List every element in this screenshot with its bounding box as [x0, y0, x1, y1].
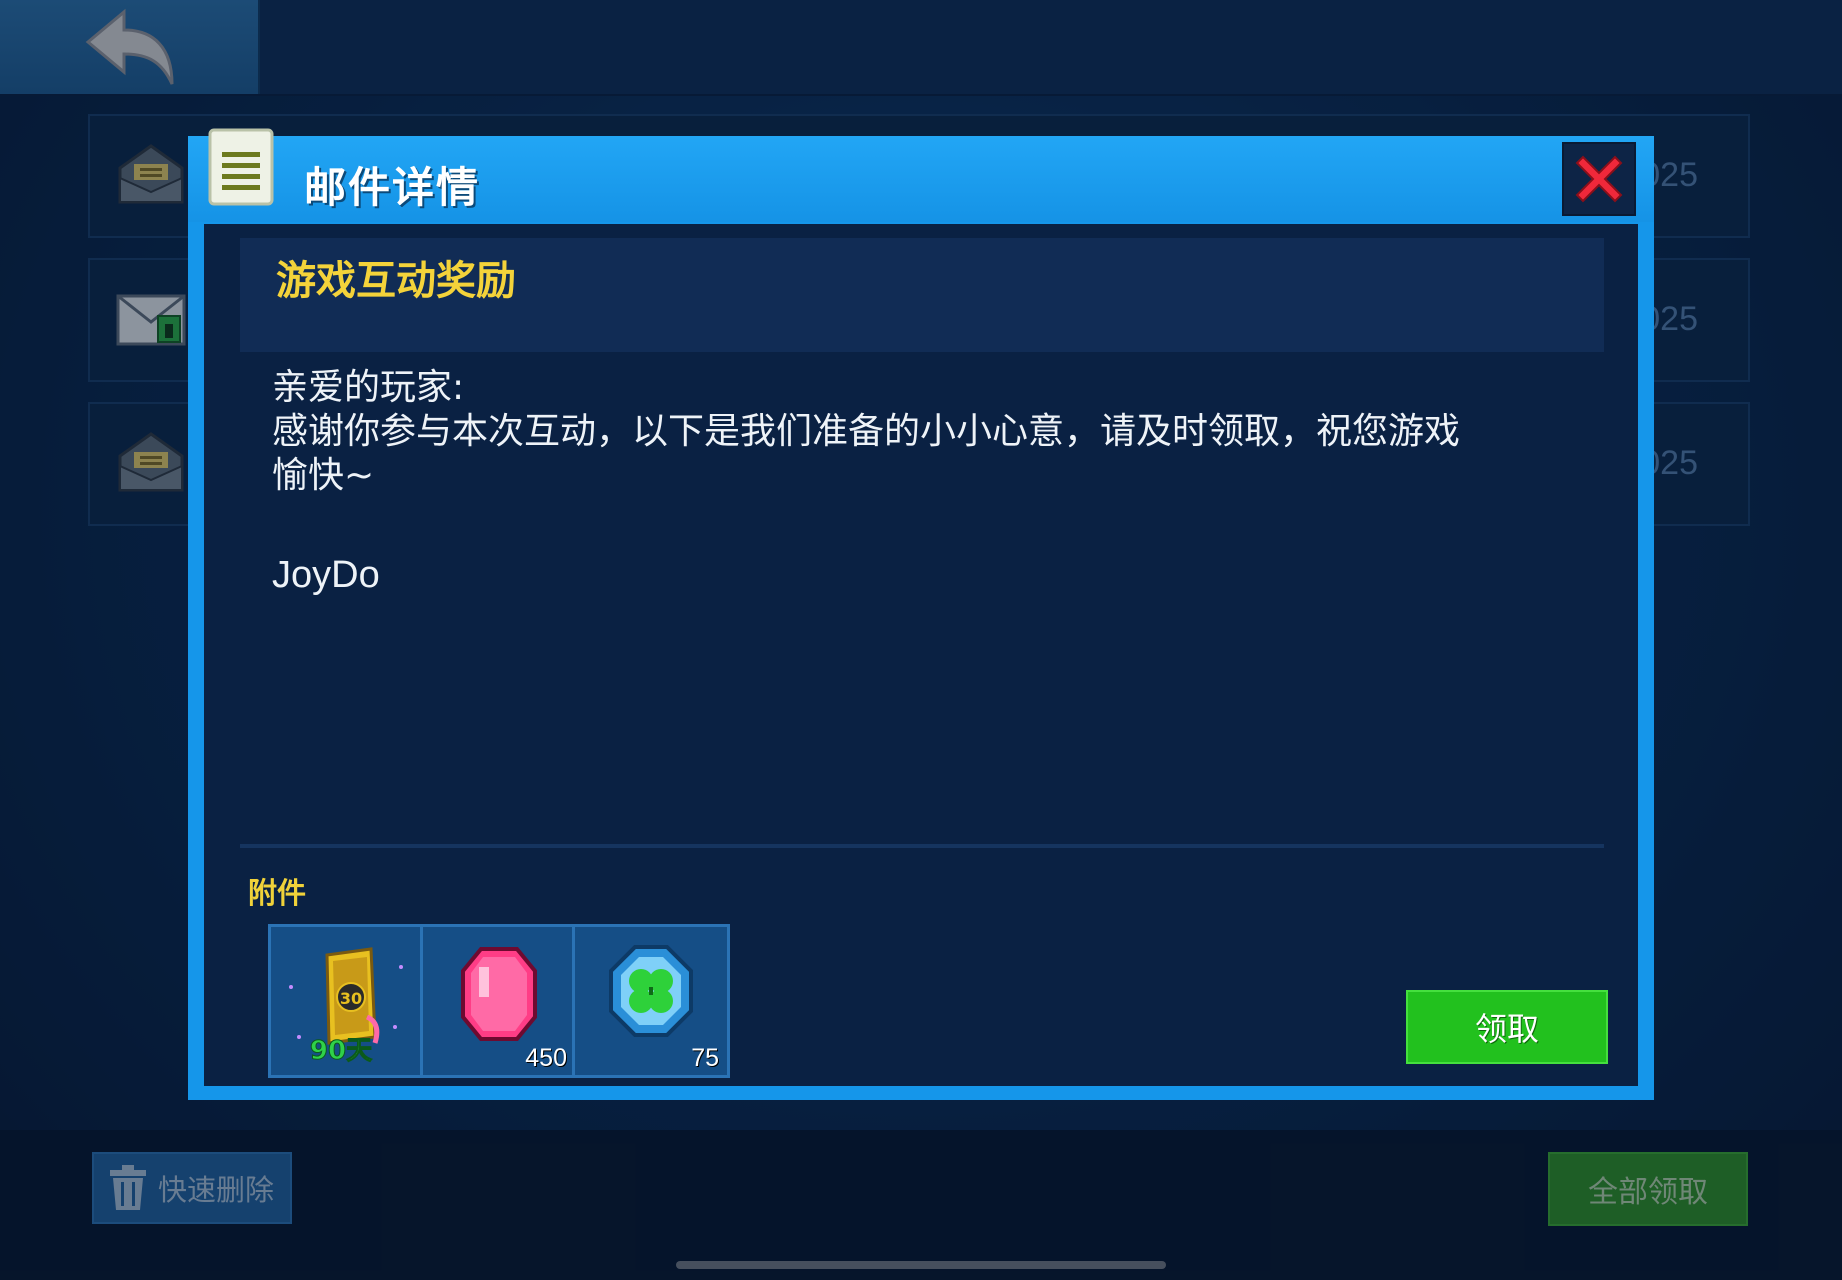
- dialog-body: 游戏互动奖励 亲爱的玩家: 感谢你参与本次互动，以下是我们准备的小小心意，请及时…: [204, 224, 1638, 1086]
- subject-bar: 游戏互动奖励: [240, 238, 1604, 352]
- svg-text:90天: 90天: [310, 1036, 372, 1066]
- dialog-header: 邮件详情: [188, 128, 1654, 222]
- svg-text:30: 30: [340, 989, 362, 1008]
- close-button[interactable]: [1562, 142, 1636, 216]
- attachment-slot[interactable]: 30 90天: [268, 924, 426, 1078]
- divider: [240, 844, 1604, 848]
- attachment-slot[interactable]: 75: [572, 924, 730, 1078]
- close-icon: [1575, 155, 1623, 203]
- mail-greeting: 亲爱的玩家:: [272, 367, 465, 408]
- dialog-title: 邮件详情: [304, 163, 481, 212]
- attachment-slot[interactable]: 450: [420, 924, 578, 1078]
- attachment-quantity: 75: [691, 1044, 719, 1072]
- attachments-label: 附件: [248, 876, 307, 910]
- mail-body-line: 愉快~: [272, 455, 375, 496]
- claim-button[interactable]: 领取: [1406, 990, 1608, 1064]
- document-icon: [208, 128, 274, 206]
- mail-message: 亲爱的玩家: 感谢你参与本次互动，以下是我们准备的小小心意，请及时领取，祝您游戏…: [272, 366, 1572, 498]
- mail-subject: 游戏互动奖励: [276, 258, 516, 304]
- mail-body-line: 感谢你参与本次互动，以下是我们准备的小小心意，请及时领取，祝您游戏: [272, 411, 1461, 452]
- mail-signature: JoyDo: [272, 554, 380, 596]
- mail-detail-dialog: 邮件详情 游戏互动奖励 亲爱的玩家: 感谢你参与本次互动，以下是我们准备的小小心…: [188, 128, 1654, 1100]
- card-90-days-icon: 30 90天: [289, 947, 403, 1067]
- attachment-quantity: 450: [525, 1044, 567, 1072]
